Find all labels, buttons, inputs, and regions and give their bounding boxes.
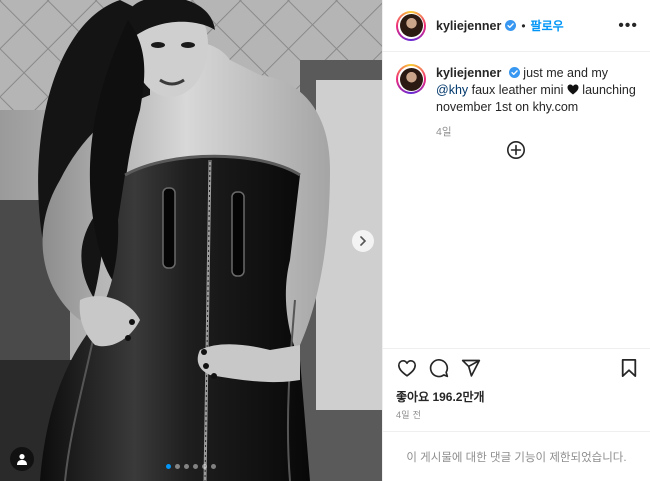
caption-text: kyliejenner just me and my @khy faux lea… [436, 64, 636, 116]
chevron-right-icon [360, 236, 367, 246]
carousel-dot [211, 464, 216, 469]
caption-mention-link[interactable]: @khy [436, 83, 468, 97]
user-silhouette-icon [17, 454, 27, 465]
avatar [399, 67, 423, 91]
black-heart-icon [567, 84, 579, 95]
verified-badge-icon [508, 67, 520, 78]
caption: kyliejenner just me and my @khy faux lea… [396, 64, 637, 116]
carousel-dot [175, 464, 180, 469]
bookmark-icon [621, 358, 637, 377]
carousel-indicator [0, 464, 382, 469]
action-bar [383, 348, 650, 386]
caption-text-part-2: faux leather mini [468, 83, 567, 97]
post-details-panel: kyliejenner • 팔로우 ••• kyliejenner just m… [382, 0, 650, 481]
caption-username[interactable]: kyliejenner [436, 66, 501, 80]
comment-button[interactable] [428, 357, 450, 379]
author-username[interactable]: kyliejenner [436, 19, 501, 33]
instagram-post: kyliejenner • 팔로우 ••• kyliejenner just m… [0, 0, 650, 481]
post-photo[interactable] [0, 0, 382, 481]
next-slide-button[interactable] [352, 230, 374, 252]
likes-count[interactable]: 좋아요 196.2만개 [383, 386, 650, 405]
header-separator: • [521, 18, 526, 33]
like-button[interactable] [396, 357, 418, 379]
share-button[interactable] [460, 357, 482, 379]
save-button[interactable] [618, 357, 640, 379]
tagged-users-button[interactable] [10, 447, 34, 471]
caption-avatar[interactable] [396, 64, 426, 94]
carousel-dot [202, 464, 207, 469]
post-timestamp[interactable]: 4일 전 [383, 405, 650, 431]
verified-badge-icon [505, 20, 517, 31]
comments-section: kyliejenner just me and my @khy faux lea… [383, 52, 650, 348]
comments-disabled-notice: 이 게시물에 대한 댓글 기능이 제한되었습니다. [383, 431, 650, 481]
avatar [399, 14, 423, 37]
more-options-icon[interactable]: ••• [618, 17, 638, 35]
follow-button[interactable]: 팔로우 [531, 17, 564, 34]
paper-plane-icon [461, 359, 481, 377]
heart-outline-icon [398, 359, 416, 377]
caption-text-part-1: just me and my [519, 66, 609, 80]
speech-bubble-icon [429, 358, 449, 377]
post-header: kyliejenner • 팔로우 ••• [383, 0, 650, 52]
carousel-dot [166, 464, 171, 469]
carousel-dot [193, 464, 198, 469]
plus-circle-icon[interactable] [506, 140, 526, 160]
caption-time: 4일 [436, 126, 452, 138]
post-photo-image [0, 0, 382, 481]
carousel-dot [184, 464, 189, 469]
author-avatar[interactable] [396, 10, 426, 41]
